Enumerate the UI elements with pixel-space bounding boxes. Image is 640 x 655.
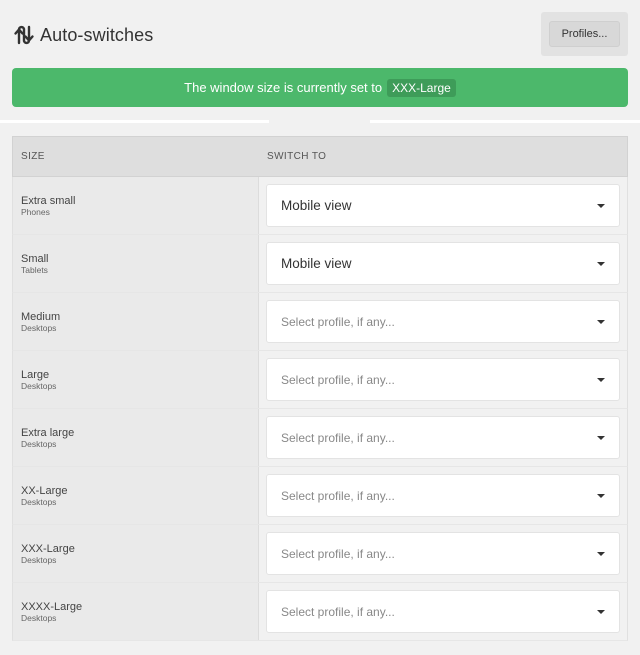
column-header-switch-to: SWITCH TO: [267, 151, 327, 162]
size-device: Desktops: [21, 554, 57, 565]
chevron-down-icon: [597, 320, 605, 324]
size-cell: XX-Large Desktops: [13, 467, 259, 524]
profile-select[interactable]: Select profile, if any...: [266, 358, 620, 401]
profile-select[interactable]: Select profile, if any...: [266, 416, 620, 459]
page-title: Auto-switches: [40, 24, 154, 45]
size-cell: Large Desktops: [13, 351, 259, 408]
chevron-down-icon: [597, 494, 605, 498]
size-name: Extra large: [21, 426, 75, 439]
size-cell: Extra small Phones: [13, 177, 259, 234]
swap-arrows-icon: [14, 25, 34, 45]
size-cell: XXX-Large Desktops: [13, 525, 259, 582]
switch-cell: Select profile, if any...: [259, 583, 627, 640]
profile-select-text: Mobile view: [281, 198, 352, 213]
profile-select-text: Select profile, if any...: [281, 546, 395, 561]
size-name: Large: [21, 368, 50, 381]
profile-select[interactable]: Select profile, if any...: [266, 474, 620, 517]
size-cell: Extra large Desktops: [13, 409, 259, 466]
size-device: Desktops: [21, 496, 57, 507]
status-banner: The window size is currently set to XXX-…: [12, 68, 628, 107]
table-header: SIZE SWITCH TO: [12, 136, 628, 177]
title-group: Auto-switches: [12, 22, 153, 48]
profile-select[interactable]: Select profile, if any...: [266, 300, 620, 343]
size-name: Extra small: [21, 194, 76, 207]
size-cell: Medium Desktops: [13, 293, 259, 350]
size-name: XX-Large: [21, 484, 68, 497]
table-row: Medium Desktops Select profile, if any...: [12, 293, 628, 351]
current-size-badge: XXX-Large: [387, 78, 456, 97]
profile-select[interactable]: Mobile view: [266, 184, 620, 227]
table-row: Extra large Desktops Select profile, if an…: [12, 409, 628, 467]
profile-select-text: Select profile, if any...: [281, 488, 395, 503]
size-cell: XXXX-Large Desktops: [13, 583, 259, 640]
size-device: Desktops: [21, 612, 57, 623]
switch-table: SIZE SWITCH TO Extra small Phones Mobile v…: [12, 136, 628, 641]
profile-select-text: Select profile, if any...: [281, 604, 395, 619]
profiles-button-frame: Profiles...: [541, 12, 628, 56]
profiles-button[interactable]: Profiles...: [549, 21, 620, 47]
divider-left: [0, 120, 269, 123]
table-row: Extra small Phones Mobile view: [12, 177, 628, 235]
size-device: Phones: [21, 206, 50, 217]
size-device: Desktops: [21, 322, 57, 333]
profile-select-text: Select profile, if any...: [281, 314, 395, 329]
column-header-size: SIZE: [21, 151, 45, 162]
table-row: Small Tablets Mobile view: [12, 235, 628, 293]
chevron-down-icon: [597, 552, 605, 556]
switch-cell: Select profile, if any...: [259, 351, 627, 408]
chevron-down-icon: [597, 610, 605, 614]
chevron-down-icon: [597, 262, 605, 266]
profile-select-text: Select profile, if any...: [281, 430, 395, 445]
size-cell: Small Tablets: [13, 235, 259, 292]
profile-select[interactable]: Mobile view: [266, 242, 620, 285]
table-row: XX-Large Desktops Select profile, if any..…: [12, 467, 628, 525]
profile-select[interactable]: Select profile, if any...: [266, 532, 620, 575]
switch-cell: Select profile, if any...: [259, 293, 627, 350]
switch-cell: Select profile, if any...: [259, 525, 627, 582]
divider-right: [370, 120, 640, 123]
size-device: Desktops: [21, 438, 57, 449]
size-device: Desktops: [21, 380, 57, 391]
switch-cell: Mobile view: [259, 177, 627, 234]
profile-select-text: Mobile view: [281, 256, 352, 271]
size-name: Small: [21, 252, 49, 265]
switch-cell: Mobile view: [259, 235, 627, 292]
size-name: XXXX-Large: [21, 600, 83, 613]
chevron-down-icon: [597, 204, 605, 208]
table-body: Extra small Phones Mobile view Small Tablets…: [12, 177, 628, 641]
switch-cell: Select profile, if any...: [259, 409, 627, 466]
page-header: Auto-switches Profiles...: [0, 0, 640, 68]
table-row: XXX-Large Desktops Select profile, if any.…: [12, 525, 628, 583]
table-row: Large Desktops Select profile, if any...: [12, 351, 628, 409]
size-name: XXX-Large: [21, 542, 75, 555]
switch-cell: Select profile, if any...: [259, 467, 627, 524]
profile-select-text: Select profile, if any...: [281, 372, 395, 387]
size-device: Tablets: [21, 264, 48, 275]
chevron-down-icon: [597, 378, 605, 382]
divider: [0, 117, 640, 126]
banner-text: The window size is currently set to: [184, 80, 383, 95]
profile-select[interactable]: Select profile, if any...: [266, 590, 620, 633]
size-name: Medium: [21, 310, 61, 323]
table-row: XXXX-Large Desktops Select profile, if any…: [12, 583, 628, 641]
chevron-down-icon: [597, 436, 605, 440]
